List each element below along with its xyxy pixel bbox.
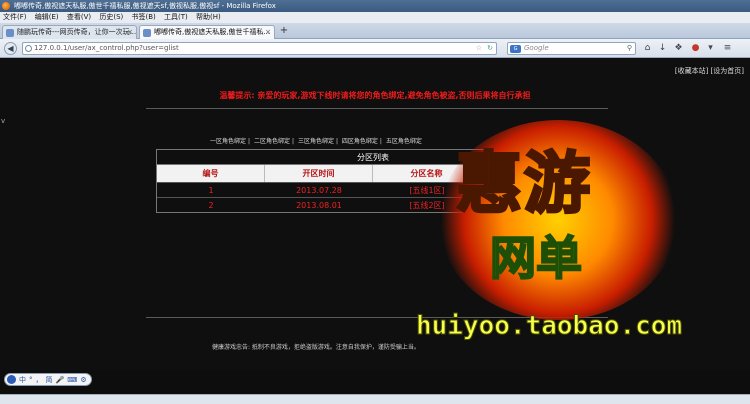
divider (146, 108, 608, 109)
tab-bar: 随鹏玩传奇---网页传奇，让你一次玩... × 嘟嘟传奇,傲视遮天私服,傲世千禧… (0, 23, 750, 39)
header-open-time: 开区时间 (265, 165, 373, 182)
cell-id: 1 (208, 186, 214, 195)
zone-link-3[interactable]: 三区角色绑定 (298, 138, 334, 145)
cell-id: 2 (208, 201, 214, 210)
side-mark: v (1, 117, 6, 125)
zone-link-5[interactable]: 五区角色绑定 (386, 138, 422, 145)
ime-logo-icon[interactable] (7, 375, 16, 384)
favicon-icon (6, 29, 14, 37)
reload-icon[interactable]: ↻ (487, 43, 493, 54)
ime-toolbar[interactable]: 中 ° ， 简 🎤 ⌨ ⚙ (4, 373, 92, 386)
favicon-icon (143, 29, 151, 37)
dropdown-icon[interactable]: ▾ (705, 43, 716, 54)
back-button[interactable]: ◀ (4, 42, 17, 55)
ime-chinese[interactable]: 中 (19, 375, 26, 385)
gear-icon[interactable]: ⚙ (80, 376, 86, 384)
title-bar: 嘟嘟传奇,傲视遮天私服,傲世千禧私服,傲视遮天sf,傲视私服,傲视sf - Mo… (0, 0, 750, 12)
tab-label: 嘟嘟传奇,傲视遮天私服,傲世千禧私... (154, 28, 271, 36)
header-action: 操作 (481, 165, 589, 182)
close-icon[interactable]: × (127, 26, 133, 39)
firefox-icon (2, 2, 10, 10)
zone-link-2[interactable]: 二区角色绑定 (254, 138, 290, 145)
zone-table: 分区列表 编号 开区时间 分区名称 操作 1 2013.07.28 [五线1区]… (156, 149, 590, 213)
menu-view[interactable]: 查看(V) (67, 13, 91, 21)
url-text: 127.0.0.1/user/ax_control.php?user=glist (34, 44, 179, 52)
cell-zone-link[interactable]: [五线1区] (373, 183, 481, 197)
cell-action[interactable] (481, 183, 589, 197)
download-icon[interactable]: ↓ (657, 43, 668, 54)
bookmark-star-icon[interactable]: ☆ (476, 43, 482, 54)
page-content: [收藏本站] [设为首页] 温馨提示: 亲爱的玩家,游戏下线时请将您的角色绑定,… (0, 59, 750, 370)
menu-icon[interactable]: ≡ (722, 43, 733, 54)
table-header: 编号 开区时间 分区名称 操作 (157, 165, 589, 182)
header-zone-name: 分区名称 (373, 165, 481, 182)
menu-history[interactable]: 历史(S) (99, 13, 123, 21)
top-links[interactable]: [收藏本站] [设为首页] (675, 66, 744, 76)
globe-icon (25, 45, 32, 52)
window-title: 嘟嘟传奇,傲视遮天私服,傲世千禧私服,傲视遮天sf,傲视私服,傲视sf - Mo… (14, 2, 276, 10)
search-input[interactable]: G Google ⚲ (507, 42, 636, 55)
ime-simplified[interactable]: 简 (46, 375, 53, 385)
google-icon[interactable]: G (510, 45, 521, 53)
zone-nav: 一区角色绑定 | 二区角色绑定 | 三区角色绑定 | 四区角色绑定 | 五区角色绑定 (210, 138, 422, 145)
warning-text: 温馨提示: 亲爱的玩家,游戏下线时请将您的角色绑定,避免角色被盗,否则后果将自行… (219, 91, 531, 100)
tab-label: 随鹏玩传奇---网页传奇，让你一次玩... (17, 28, 137, 36)
cell-date: 2013.08.01 (296, 201, 342, 210)
menu-bar: 文件(F) 编辑(E) 查看(V) 历史(S) 书签(B) 工具(T) 帮助(H… (0, 12, 750, 23)
menu-file[interactable]: 文件(F) (3, 13, 27, 21)
tab-1[interactable]: 随鹏玩传奇---网页传奇，让你一次玩... × (2, 25, 137, 39)
ime-degree[interactable]: ° (29, 376, 33, 384)
url-bar[interactable]: 127.0.0.1/user/ax_control.php?user=glist… (22, 42, 497, 55)
browser-window: 嘟嘟传奇,傲视遮天私服,傲世千禧私服,傲视遮天sf,傲视私服,傲视sf - Mo… (0, 0, 750, 404)
menu-bookmarks[interactable]: 书签(B) (132, 13, 156, 21)
microphone-icon[interactable]: 🎤 (56, 376, 65, 384)
menu-help[interactable]: 帮助(H) (196, 13, 221, 21)
addon-icon[interactable]: ❖ (673, 43, 684, 54)
cell-zone-link[interactable]: [五线2区] (373, 198, 481, 212)
zone-link-1[interactable]: 一区角色绑定 (210, 138, 246, 145)
new-tab-button[interactable]: + (278, 25, 290, 38)
search-icon[interactable]: ⚲ (627, 43, 632, 54)
tab-2-active[interactable]: 嘟嘟传奇,傲视遮天私服,傲世千禧私... × (139, 25, 275, 39)
zone-link-4[interactable]: 四区角色绑定 (342, 138, 378, 145)
close-icon[interactable]: × (265, 26, 271, 39)
extension-icon[interactable]: ● (690, 43, 701, 54)
menu-tools[interactable]: 工具(T) (164, 13, 188, 21)
navigation-bar: ◀ 127.0.0.1/user/ax_control.php?user=gli… (0, 39, 750, 58)
table-caption: 分区列表 (157, 150, 589, 165)
status-bar (0, 394, 750, 404)
cell-action[interactable] (481, 198, 589, 212)
search-placeholder: Google (524, 44, 549, 52)
header-id: 编号 (157, 165, 265, 182)
home-icon[interactable]: ⌂ (642, 43, 653, 54)
keyboard-icon[interactable]: ⌨ (67, 376, 77, 384)
table-row: 2 2013.08.01 [五线2区] (157, 197, 589, 212)
cell-date: 2013.07.28 (296, 186, 342, 195)
table-row: 1 2013.07.28 [五线1区] (157, 182, 589, 197)
menu-edit[interactable]: 编辑(E) (35, 13, 59, 21)
health-notice: 健康游戏忠告: 抵制不良游戏，拒绝盗版游戏。注意自我保护，谨防受骗上当。 (212, 344, 420, 351)
divider (146, 317, 608, 318)
ime-punct[interactable]: ， (36, 375, 43, 385)
